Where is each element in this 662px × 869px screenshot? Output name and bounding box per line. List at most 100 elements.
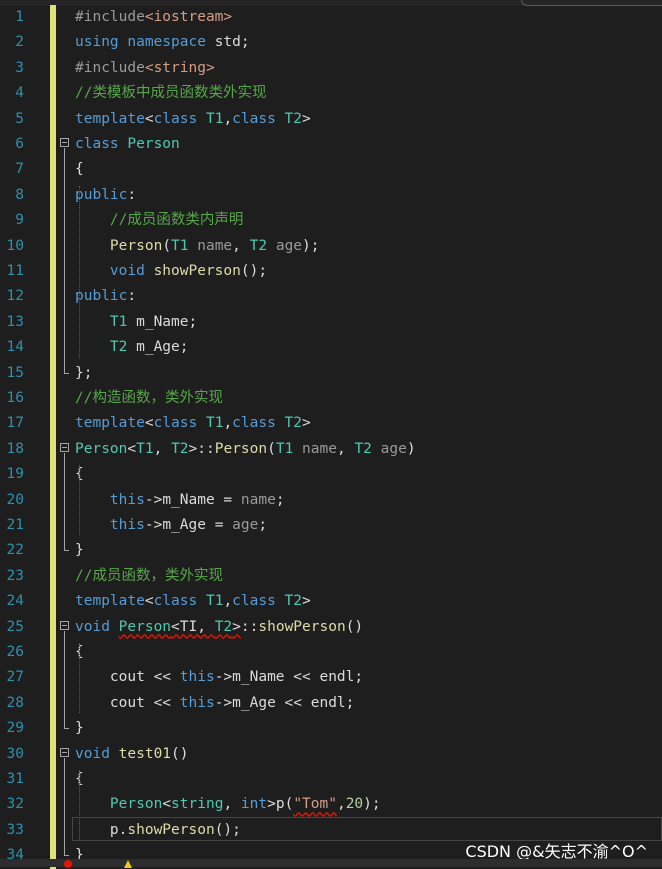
- code-token: class: [232, 110, 276, 127]
- line-number: 2: [15, 34, 24, 51]
- line-number: 1: [15, 9, 24, 25]
- code-line[interactable]: 27 cout << this->m_Name << endl;: [0, 665, 662, 691]
- code-token: T2: [275, 415, 303, 432]
- code-line[interactable]: 12 public:: [0, 284, 662, 310]
- code-line[interactable]: 31{: [0, 767, 662, 793]
- code-line[interactable]: 11 void showPerson();: [0, 259, 662, 285]
- code-token: ,: [336, 796, 346, 813]
- code-line[interactable]: 13 T1 m_Name;: [0, 309, 662, 336]
- line-number: 5: [15, 110, 24, 127]
- fold-toggle-icon[interactable]: [60, 442, 69, 452]
- code-line[interactable]: 9 //成员函数类内声明: [0, 208, 662, 234]
- code-line[interactable]: 7{: [0, 157, 662, 183]
- code-token: ::: [240, 618, 259, 635]
- code-token: <: [144, 593, 154, 610]
- change-marker: [50, 487, 56, 513]
- code-token: );: [302, 237, 320, 254]
- code-text: Person(T1 name, T2 age);: [75, 234, 320, 259]
- fold-toggle-icon[interactable]: [60, 138, 69, 147]
- code-line[interactable]: 3 #include<string>: [0, 55, 662, 82]
- code-line[interactable]: 30 void test01(): [0, 741, 662, 767]
- code-line[interactable]: 16 //构造函数，类外实现: [0, 386, 662, 412]
- code-token: cout <<: [75, 694, 180, 711]
- code-text: public:: [75, 284, 136, 309]
- code-line[interactable]: 8 public:: [0, 182, 662, 209]
- code-token: ,: [223, 593, 233, 610]
- code-token: Person: [75, 440, 128, 457]
- code-token: using: [75, 34, 119, 51]
- code-line[interactable]: 28 cout << this->m_Age << endl;: [0, 690, 662, 717]
- code-line[interactable]: 14 T2 m_Age;: [0, 335, 662, 361]
- code-line[interactable]: 21 this->m_Age = age;: [0, 513, 662, 539]
- code-line[interactable]: 10 Person(T1 name, T2 age);: [0, 233, 662, 259]
- code-line[interactable]: 24 template<class T1,class T2>: [0, 589, 662, 615]
- code-token: this: [109, 517, 145, 533]
- change-marker: [50, 30, 56, 56]
- code-line[interactable]: 4 //类模板中成员函数类外实现: [0, 81, 662, 107]
- code-token: <TI,: [171, 618, 215, 635]
- line-number: 31: [6, 771, 24, 787]
- change-marker: [50, 436, 56, 463]
- code-token: class: [75, 136, 119, 152]
- fold-line: [64, 757, 65, 856]
- code-token: ->: [214, 669, 233, 686]
- code-line[interactable]: 1 #include<iostream>: [0, 5, 662, 31]
- line-number: 8: [15, 186, 24, 203]
- code-token: T1: [171, 237, 189, 254]
- code-text: T1 m_Name;: [75, 310, 197, 335]
- code-token: age: [232, 517, 259, 533]
- change-marker: [50, 589, 56, 615]
- code-line[interactable]: 2 using namespace std;: [0, 30, 662, 56]
- code-line[interactable]: 29}: [0, 716, 662, 742]
- code-token: );: [363, 796, 381, 813]
- code-line[interactable]: 5 template<class T1,class T2>: [0, 106, 662, 132]
- line-number: 10: [6, 237, 24, 254]
- change-marker: [50, 182, 56, 209]
- change-marker: [50, 81, 56, 107]
- code-token: =: [214, 491, 241, 508]
- code-line[interactable]: 20 this->m_Name = name;: [0, 487, 662, 513]
- fold-toggle-icon[interactable]: [60, 620, 69, 630]
- code-token: m_Age: [162, 517, 206, 533]
- line-number: 27: [6, 669, 24, 686]
- code-line[interactable]: 32 Person<string, int>p("Tom",20);: [0, 792, 662, 818]
- fold-toggle-icon[interactable]: [60, 747, 69, 757]
- code-token: }: [75, 720, 84, 737]
- code-token: //构造函数，类外实现: [75, 390, 223, 406]
- code-token: ;: [258, 517, 268, 533]
- code-token: Person: [118, 618, 172, 635]
- code-token: #include: [75, 59, 145, 76]
- code-token: T1: [197, 415, 224, 432]
- fold-end: [64, 550, 69, 552]
- line-number: 11: [6, 263, 24, 279]
- code-token: (): [171, 745, 189, 762]
- code-token: T2: [249, 237, 268, 254]
- change-marker: [50, 106, 56, 132]
- code-line[interactable]: 22}: [0, 538, 662, 564]
- line-number: 26: [6, 644, 24, 660]
- code-token: void: [75, 618, 110, 635]
- code-line[interactable]: 25 void Person<TI, T2>::showPerson(): [0, 614, 662, 640]
- code-token: =: [205, 517, 233, 533]
- code-token: name: [240, 491, 276, 508]
- line-number: 29: [6, 720, 24, 737]
- code-text: Person<string, int>p("Tom",20);: [75, 792, 381, 817]
- code-token: <: [127, 440, 137, 457]
- code-line[interactable]: 15};: [0, 360, 662, 386]
- indent-guide: [79, 643, 80, 714]
- change-marker: [50, 817, 56, 844]
- code-token: >: [302, 593, 311, 610]
- code-line[interactable]: 6 class Person: [0, 132, 662, 158]
- code-line[interactable]: 23 //成员函数，类外实现: [0, 563, 662, 590]
- code-line[interactable]: 17 template<class T1,class T2>: [0, 411, 662, 437]
- code-line[interactable]: 19{: [0, 462, 662, 488]
- code-token: this: [109, 491, 145, 508]
- code-line[interactable]: 18 Person<T1, T2>::Person(T1 name, T2 age…: [0, 436, 662, 463]
- line-number: 24: [6, 593, 24, 610]
- line-number: 13: [6, 313, 24, 330]
- code-text: template<class T1,class T2>: [75, 589, 311, 614]
- code-line[interactable]: 26{: [0, 640, 662, 666]
- fold-end: [64, 372, 69, 374]
- code-editor[interactable]: 1 #include<iostream> 2 using namespace std;…: [0, 0, 662, 869]
- line-number: 14: [6, 339, 24, 356]
